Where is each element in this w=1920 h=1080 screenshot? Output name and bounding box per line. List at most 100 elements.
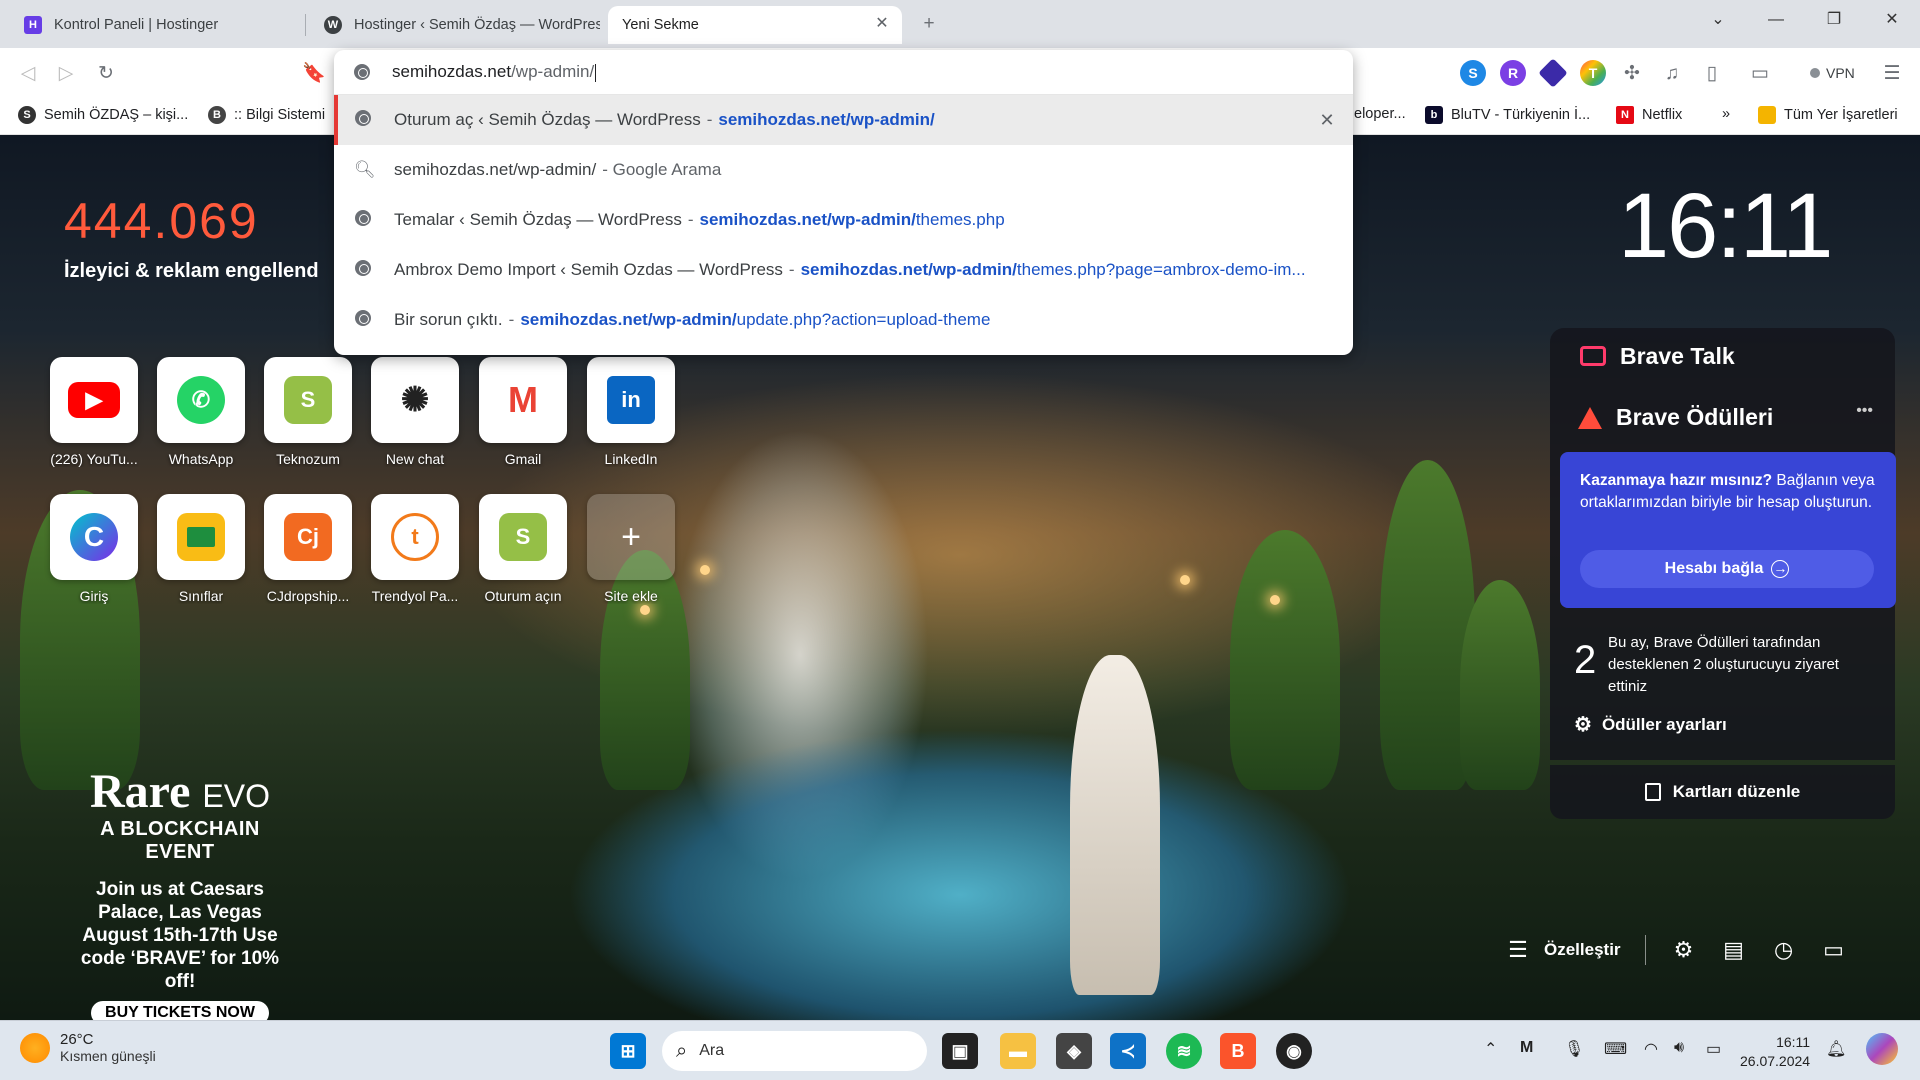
classroom-icon	[177, 513, 225, 561]
customize-button[interactable]: Özelleştir	[1544, 940, 1621, 960]
all-bookmarks-button[interactable]: Tüm Yer İşaretleri	[1758, 106, 1898, 124]
more-options-icon[interactable]: •••	[1856, 402, 1873, 420]
microphone-icon[interactable]: 🎙︎	[1564, 1039, 1584, 1059]
rewards-header: Brave Ödülleri	[1578, 404, 1773, 431]
back-icon[interactable]: ◁	[14, 60, 42, 88]
bg-lamp	[700, 565, 710, 575]
suggestion-item[interactable]: Oturum aç ‹ Semih Özdaş — WordPress - se…	[334, 95, 1353, 145]
bookmark-item[interactable]: N Netflix	[1616, 106, 1682, 124]
reload-icon[interactable]: ↻	[92, 60, 120, 88]
globe-icon	[354, 259, 372, 281]
top-site-classroom[interactable]: Sınıflar	[156, 494, 246, 604]
app-cube-icon[interactable]: ◈	[1056, 1033, 1092, 1069]
top-site-label: Giriş	[79, 588, 109, 604]
top-site-whatsapp[interactable]: ✆ WhatsApp	[156, 357, 246, 467]
brave-rewards-card: Brave Ödülleri ••• Kazanmaya hazır mısın…	[1550, 384, 1896, 760]
app-circle-icon[interactable]: ◉	[1276, 1033, 1312, 1069]
top-site-chatgpt[interactable]: ✺ New chat	[370, 357, 460, 467]
bookmark-item[interactable]: eloper...	[1354, 106, 1406, 122]
vscode-icon[interactable]: ≺	[1110, 1033, 1146, 1069]
bookmark-item[interactable]: B :: Bilgi Sistemi	[208, 106, 325, 124]
top-site-tile: S	[264, 357, 352, 443]
history-icon[interactable]: ◷	[1766, 932, 1802, 968]
sponsor-subtitle: A BLOCKCHAIN EVENT	[100, 818, 260, 863]
video-camera-icon	[1580, 346, 1606, 366]
new-tab-button[interactable]: +	[915, 10, 943, 38]
tab-hostinger-panel[interactable]: H Kontrol Paneli | Hostinger	[10, 6, 300, 44]
address-host: semihozdas.net	[392, 62, 512, 81]
extension-shazam-icon[interactable]: S	[1460, 60, 1486, 86]
tab-new-tab[interactable]: Yeni Sekme ✕	[608, 6, 902, 44]
top-site-youtube[interactable]: ▶ (226) YouTu...	[49, 357, 139, 467]
tab-hostinger-wordpress[interactable]: W Hostinger ‹ Semih Özdaş — WordPress	[310, 6, 600, 44]
settings-gear-icon[interactable]: ⚙	[1666, 932, 1702, 968]
menu-hamburger-icon[interactable]: ☰	[1878, 60, 1906, 88]
vpn-status-icon	[1810, 68, 1820, 78]
taskbar-clock[interactable]: 16:11 26.07.2024	[1740, 1033, 1810, 1071]
close-tab-icon[interactable]: ✕	[872, 14, 892, 34]
text-caret	[595, 63, 597, 82]
suggestion-item[interactable]: Temalar ‹ Semih Özdaş — WordPress - semi…	[334, 195, 1353, 245]
windows-start-icon[interactable]: ⊞	[610, 1033, 646, 1069]
file-explorer-icon[interactable]: ▬	[1000, 1033, 1036, 1069]
maximize-button[interactable]: ❐	[1816, 8, 1852, 32]
spotify-icon[interactable]: ≋	[1166, 1033, 1202, 1069]
top-site-gmail[interactable]: M Gmail	[478, 357, 568, 467]
bookmark-icon[interactable]: 🔖	[300, 60, 328, 88]
keyboard-icon[interactable]: ⌨	[1604, 1039, 1627, 1059]
extension-purple-icon[interactable]: R	[1500, 60, 1526, 86]
edit-cards-button[interactable]: Kartları düzenle	[1550, 765, 1895, 819]
top-site-trendyol[interactable]: t Trendyol Pa...	[370, 494, 460, 604]
bookmark-item[interactable]: b BluTV - Türkiyenin İ...	[1425, 106, 1590, 124]
remove-suggestion-icon[interactable]: ✕	[1315, 108, 1339, 132]
wordpress-icon: W	[324, 16, 342, 34]
top-site-shopify[interactable]: S Oturum açın	[478, 494, 568, 604]
top-site-canva[interactable]: C Giriş	[49, 494, 139, 604]
connect-account-button[interactable]: Hesabı bağla →	[1580, 550, 1874, 588]
suggestion-url-match: semihozdas.net/wp-admin/	[699, 210, 916, 229]
tray-chevron-icon[interactable]: ⌃	[1484, 1039, 1497, 1059]
minimize-button[interactable]: —	[1758, 8, 1794, 32]
suggestion-item[interactable]: Bir sorun çıktı. - semihozdas.net/wp-adm…	[334, 295, 1353, 345]
battery-icon[interactable]: ▭	[1706, 1039, 1721, 1059]
sidebar-icon[interactable]: ▯	[1698, 60, 1726, 88]
address-input[interactable]: semihozdas.net/wp-admin/	[392, 62, 597, 82]
rewards-settings-link[interactable]: ⚙ Ödüller ayarları	[1574, 712, 1727, 737]
bookmark-item[interactable]: S Semih ÖZDAŞ – kişi...	[18, 106, 188, 124]
media-music-icon[interactable]: ♫	[1658, 60, 1686, 88]
suggestion-item[interactable]: 🔍︎ semihozdas.net/wp-admin/ - Google Ara…	[334, 145, 1353, 195]
extension-diamond-icon[interactable]	[1538, 58, 1568, 88]
brave-talk-card[interactable]: Brave Talk	[1550, 328, 1895, 384]
weather-widget[interactable]: 26°C Kısmen güneşli	[20, 1031, 156, 1064]
vpn-button[interactable]: VPN	[1800, 59, 1865, 87]
tray-app-icon[interactable]: M	[1520, 1039, 1533, 1057]
add-site-button[interactable]: + Site ekle	[586, 494, 676, 604]
top-site-label: WhatsApp	[168, 451, 234, 467]
bookmarks-icon[interactable]: ▤	[1716, 932, 1752, 968]
brave-talk-video-icon[interactable]: ▭	[1816, 932, 1852, 968]
brave-browser-icon[interactable]: B	[1220, 1033, 1256, 1069]
button-label: Hesabı bağla	[1664, 560, 1764, 577]
close-window-button[interactable]: ✕	[1874, 8, 1910, 32]
copilot-icon[interactable]	[1866, 1033, 1898, 1065]
top-site-teknozum[interactable]: S Teknozum	[263, 357, 353, 467]
volume-icon[interactable]: 🔊︎	[1674, 1039, 1684, 1057]
wallet-icon[interactable]: ▭	[1746, 60, 1774, 88]
tab-search-chevron-icon[interactable]: ⌄	[1700, 8, 1736, 32]
sliders-icon[interactable]: ☰	[1500, 932, 1536, 968]
button-label: Kartları düzenle	[1672, 782, 1801, 801]
extension-color-icon[interactable]: T	[1580, 60, 1606, 86]
extensions-puzzle-icon[interactable]: ✣	[1618, 60, 1646, 88]
address-bar[interactable]: semihozdas.net/wp-admin/	[334, 50, 1353, 95]
forward-icon[interactable]: ▷	[52, 60, 80, 88]
top-site-linkedin[interactable]: in LinkedIn	[586, 357, 676, 467]
wifi-icon[interactable]: ◠	[1644, 1039, 1658, 1059]
bg-tree	[1460, 580, 1540, 790]
suggestion-item[interactable]: Ambrox Demo Import ‹ Semih Ozdas — WordP…	[334, 245, 1353, 295]
task-view-icon[interactable]: ▣	[942, 1033, 978, 1069]
bookmarks-more-button[interactable]: »	[1722, 106, 1730, 122]
top-site-cjdropshipping[interactable]: Cj CJdropship...	[263, 494, 353, 604]
taskbar-search[interactable]: ⌕ Ara	[662, 1031, 927, 1071]
sponsored-image-ad[interactable]: Rare EVO A BLOCKCHAIN EVENT Join us at C…	[70, 768, 290, 1025]
notifications-bell-icon[interactable]: 🔔︎	[1826, 1039, 1846, 1059]
